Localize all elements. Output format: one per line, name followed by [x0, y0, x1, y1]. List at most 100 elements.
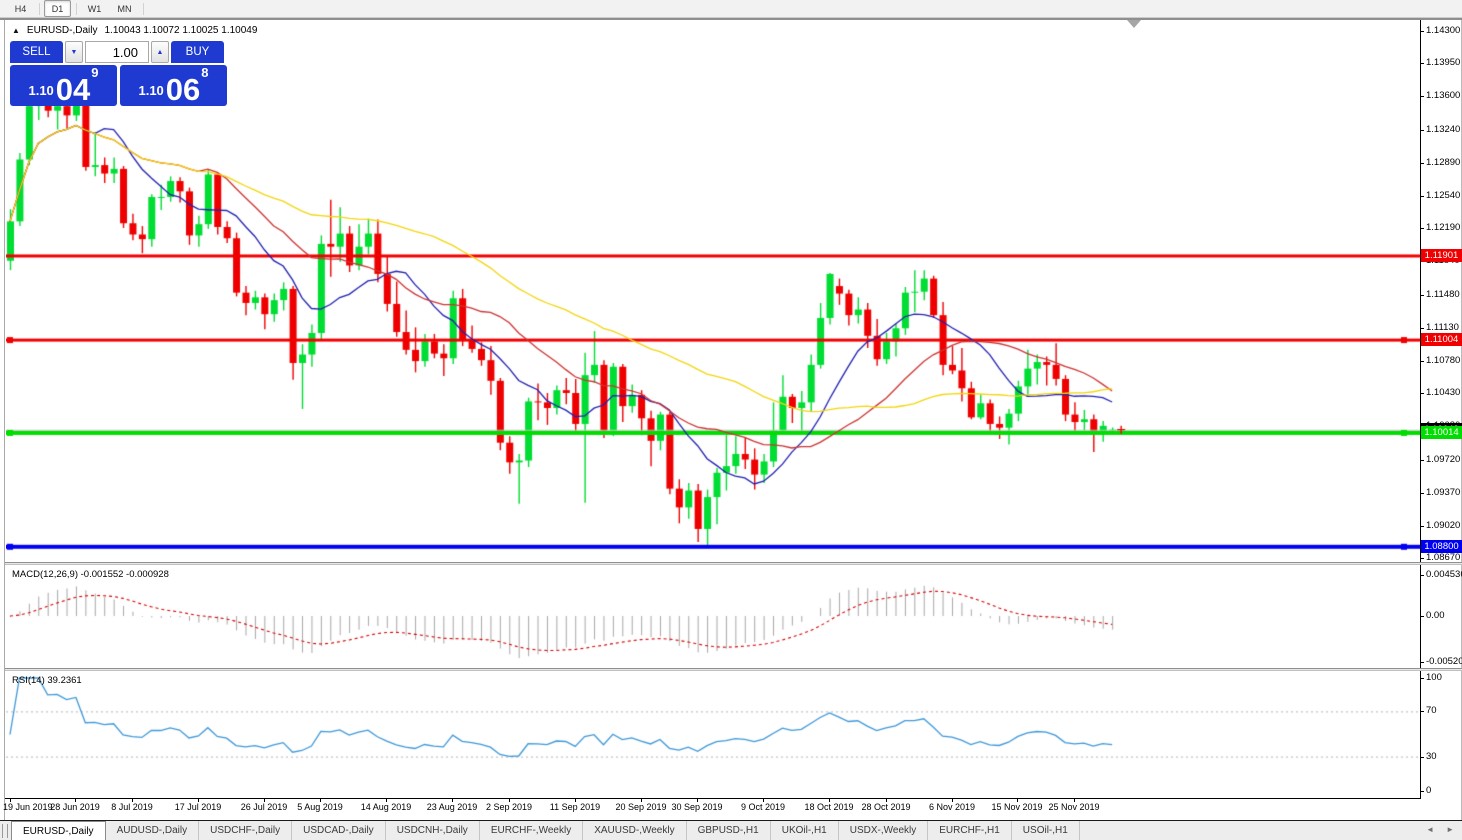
price-axis-tick-mark [1420, 526, 1424, 527]
sell-price-main: 1.10 [28, 83, 53, 98]
lot-increase-button[interactable]: ▲ [151, 41, 169, 63]
price-axis-tick: 1.09370 [1426, 487, 1460, 498]
chart-tab-eurusd-daily[interactable]: EURUSD-,Daily [11, 821, 106, 840]
chart-tab-xauusd-weekly[interactable]: XAUUSD-,Weekly [583, 821, 686, 840]
lot-decrease-button[interactable]: ▼ [65, 41, 83, 63]
rsi-label: RSI(14) 39.2361 [12, 675, 82, 686]
chart-tab-eurchf-weekly[interactable]: EURCHF-,Weekly [480, 821, 583, 840]
collapse-panel-icon[interactable]: ▲ [12, 26, 20, 35]
rsi-axis-tick-mark [1420, 791, 1424, 792]
tab-scroll-left-icon[interactable]: ◄ [1426, 825, 1434, 834]
spinner-up-icon: ▲ [157, 49, 164, 56]
macd-pane-canvas[interactable] [6, 565, 1420, 668]
price-line-label-1.10014: 1.10014 [1421, 426, 1462, 439]
window-frame-left [4, 20, 5, 820]
price-axis-tick: 1.13240 [1426, 124, 1460, 135]
chart-title-symbol: EURUSD-,Daily [27, 25, 98, 36]
pane-separator-rsi[interactable] [5, 668, 1462, 671]
sell-price-box[interactable]: 1.10 04 9 [10, 65, 117, 106]
date-axis-label: 26 Jul 2019 [241, 802, 288, 812]
chart-tab-usoil-h1[interactable]: USOil-,H1 [1012, 821, 1080, 840]
date-axis-label: 9 Oct 2019 [741, 802, 785, 812]
macd-axis-tick: 0.00 [1426, 610, 1445, 621]
chart-shift-marker-icon [1127, 20, 1141, 28]
spinner-down-icon: ▼ [71, 49, 78, 56]
buy-button[interactable]: BUY [171, 41, 224, 63]
toolbar-separator [76, 3, 77, 15]
chart-title-ohlc: 1.10043 1.10072 1.10025 1.10049 [104, 25, 257, 36]
price-line-label-1.11901: 1.11901 [1421, 249, 1462, 262]
chart-tab-usdchf-daily[interactable]: USDCHF-,Daily [199, 821, 292, 840]
price-axis-tick-mark [1420, 163, 1424, 164]
price-axis-tick: 1.10780 [1426, 355, 1460, 366]
rsi-axis-tick: 100 [1426, 672, 1442, 683]
price-axis-tick-mark [1420, 493, 1424, 494]
tab-scroll-right-icon[interactable]: ► [1446, 825, 1454, 834]
macd-axis-tick: 0.004536 [1426, 569, 1462, 580]
date-axis-label: 2 Sep 2019 [486, 802, 532, 812]
macd-axis-tick: -0.005205 [1426, 656, 1462, 667]
price-axis-tick: 1.12540 [1426, 190, 1460, 201]
chart-tab-usdcnh-daily[interactable]: USDCNH-,Daily [386, 821, 480, 840]
buy-price-pips: 06 [166, 77, 200, 102]
price-axis-tick-mark [1420, 295, 1424, 296]
rsi-axis-tick-mark [1420, 711, 1424, 712]
price-axis-tick: 1.12190 [1426, 222, 1460, 233]
price-axis-tick-mark [1420, 393, 1424, 394]
timeframe-button-w1[interactable]: W1 [81, 0, 108, 17]
date-axis-label: 20 Sep 2019 [615, 802, 666, 812]
price-axis-tick: 1.09720 [1426, 454, 1460, 465]
price-axis-tick: 1.09020 [1426, 520, 1460, 531]
date-axis-label: 28 Jun 2019 [50, 802, 100, 812]
tabbar-grip [2, 824, 8, 838]
timeframe-button-d1[interactable]: D1 [44, 0, 71, 17]
buy-price-box[interactable]: 1.10 06 8 [120, 65, 227, 106]
date-axis-label: 17 Jul 2019 [175, 802, 222, 812]
timeframe-toolbar: H4 D1 W1MN [0, 0, 1462, 18]
price-axis-tick: 1.13600 [1426, 90, 1460, 101]
price-axis-tick: 1.13950 [1426, 57, 1460, 68]
price-line-label-1.11004: 1.11004 [1421, 333, 1462, 346]
price-axis-tick-mark [1420, 460, 1424, 461]
date-axis-label: 6 Nov 2019 [929, 802, 975, 812]
price-line-label-1.08800: 1.08800 [1421, 540, 1462, 553]
toolbar-separator [39, 3, 40, 15]
chart-tab-audusd-daily[interactable]: AUDUSD-,Daily [106, 821, 200, 840]
sell-price-point: 9 [91, 65, 98, 80]
buy-price-main: 1.10 [138, 83, 163, 98]
rsi-axis-tick-mark [1420, 757, 1424, 758]
macd-axis-tick-mark [1420, 575, 1424, 576]
macd-label: MACD(12,26,9) -0.001552 -0.000928 [12, 569, 169, 580]
price-axis-tick-mark [1420, 228, 1424, 229]
date-axis-label: 30 Sep 2019 [671, 802, 722, 812]
sell-price-pips: 04 [56, 77, 90, 102]
chart-title: ▲ EURUSD-,Daily 1.10043 1.10072 1.10025 … [12, 25, 257, 36]
date-axis-label: 5 Aug 2019 [297, 802, 343, 812]
price-axis-tick: 1.10430 [1426, 387, 1460, 398]
price-axis-tick: 1.08670 [1426, 552, 1460, 563]
rsi-axis-tick-mark [1420, 678, 1424, 679]
price-axis-tick-mark [1420, 361, 1424, 362]
chart-tab-ukoil-h1[interactable]: UKOil-,H1 [771, 821, 839, 840]
chart-tab-bar: EURUSD-,DailyAUDUSD-,DailyUSDCHF-,DailyU… [0, 821, 1462, 840]
timeframe-button-mn[interactable]: MN [111, 0, 138, 17]
sell-button[interactable]: SELL [10, 41, 63, 63]
timeframe-button-h4[interactable]: H4 [7, 0, 34, 17]
price-axis-tick-mark [1420, 196, 1424, 197]
chart-tab-gbpusd-h1[interactable]: GBPUSD-,H1 [687, 821, 771, 840]
rsi-pane-canvas[interactable] [6, 671, 1420, 798]
pane-separator-macd[interactable] [5, 562, 1462, 565]
buy-price-point: 8 [201, 65, 208, 80]
lot-size-input[interactable] [85, 41, 149, 63]
date-axis-label: 25 Nov 2019 [1048, 802, 1099, 812]
macd-axis-tick-mark [1420, 662, 1424, 663]
chart-tab-eurchf-h1[interactable]: EURCHF-,H1 [928, 821, 1012, 840]
chart-tab-usdx-weekly[interactable]: USDX-,Weekly [839, 821, 929, 840]
chart-tab-usdcad-daily[interactable]: USDCAD-,Daily [292, 821, 386, 840]
time-axis-line [5, 798, 1421, 799]
rsi-axis-tick: 0 [1426, 785, 1431, 796]
date-axis-label: 28 Oct 2019 [861, 802, 910, 812]
one-click-trading-panel: SELL ▼ ▲ BUY 1.10 04 9 1.10 06 8 [10, 41, 228, 106]
window-frame-top [0, 18, 1462, 20]
date-axis-label: 11 Sep 2019 [550, 802, 600, 812]
